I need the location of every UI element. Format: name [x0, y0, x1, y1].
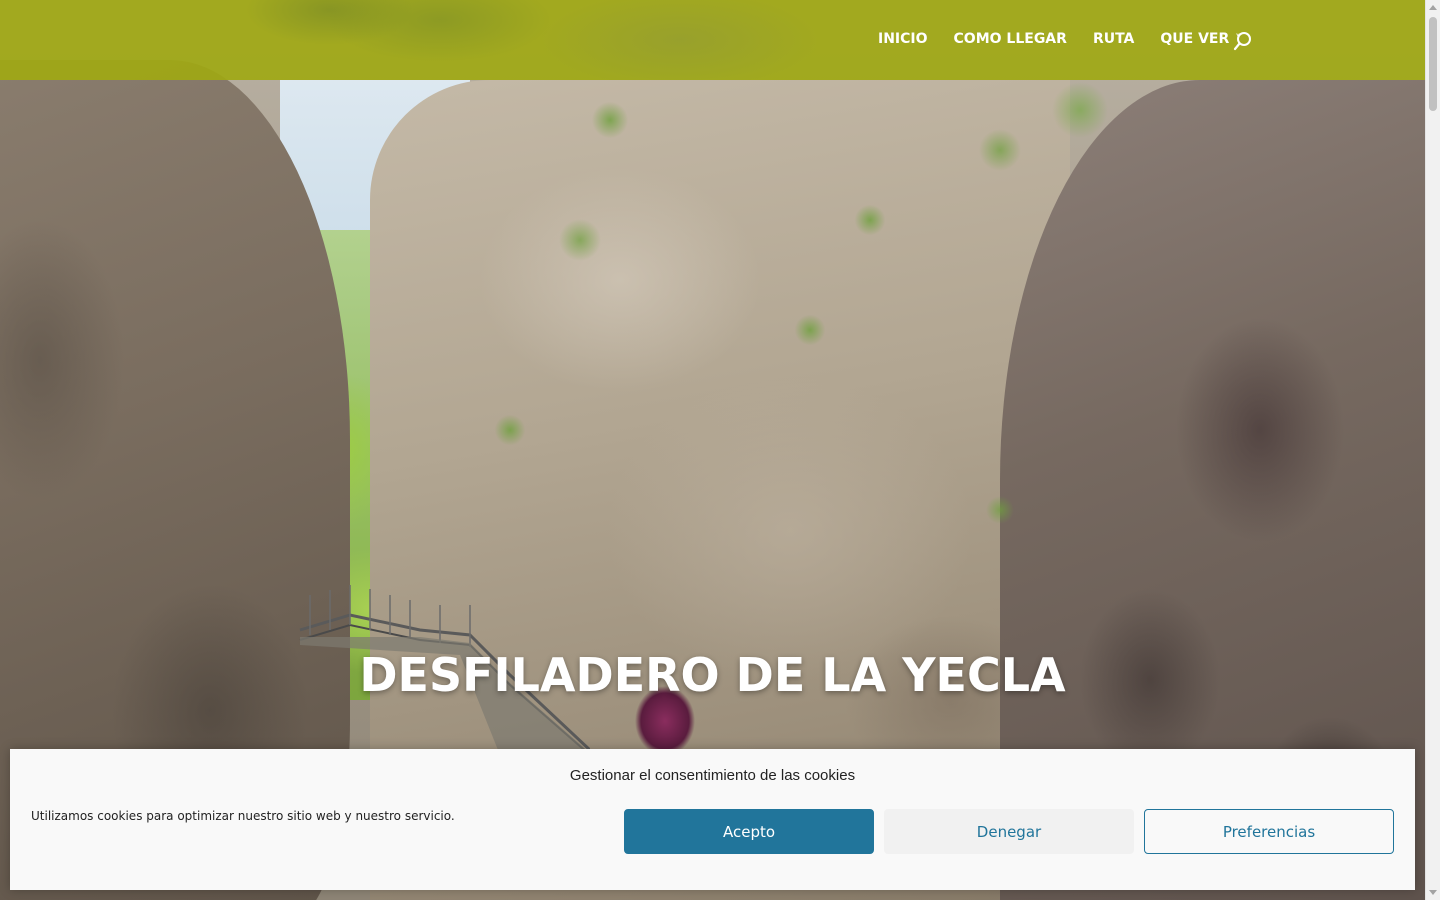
nav-item-inicio[interactable]: INICIO	[878, 31, 928, 47]
cookie-banner: Gestionar el consentimiento de las cooki…	[10, 749, 1415, 890]
nav-item-label: QUE VER	[1160, 31, 1230, 47]
accept-button[interactable]: Acepto	[624, 809, 874, 854]
cookie-banner-message: Utilizamos cookies para optimizar nuestr…	[31, 809, 455, 823]
nav-item-label: COMO LLEGAR	[953, 31, 1067, 47]
scrollbar-thumb[interactable]	[1429, 17, 1437, 111]
nav-item-que-ver[interactable]: QUE VER ˅	[1160, 31, 1240, 47]
deny-button[interactable]: Denegar	[884, 809, 1134, 854]
search-icon[interactable]	[1233, 31, 1253, 51]
site-header: INICIO COMO LLEGAR RUTA QUE VER ˅	[0, 0, 1425, 80]
page-title: DESFILADERO DE LA YECLA	[359, 648, 1066, 702]
main-nav: INICIO COMO LLEGAR RUTA QUE VER ˅	[878, 31, 1267, 47]
scrollbar[interactable]	[1425, 0, 1440, 900]
cookie-banner-title: Gestionar el consentimiento de las cooki…	[569, 767, 856, 784]
nav-item-label: INICIO	[878, 31, 928, 47]
nav-item-label: RUTA	[1092, 31, 1135, 47]
nav-item-como-llegar[interactable]: COMO LLEGAR	[954, 31, 1067, 47]
nav-item-ruta[interactable]: RUTA	[1093, 31, 1134, 47]
scroll-down-arrow-icon[interactable]	[1429, 890, 1437, 895]
preferences-button[interactable]: Preferencias	[1144, 809, 1394, 854]
scroll-up-arrow-icon[interactable]	[1429, 5, 1437, 10]
